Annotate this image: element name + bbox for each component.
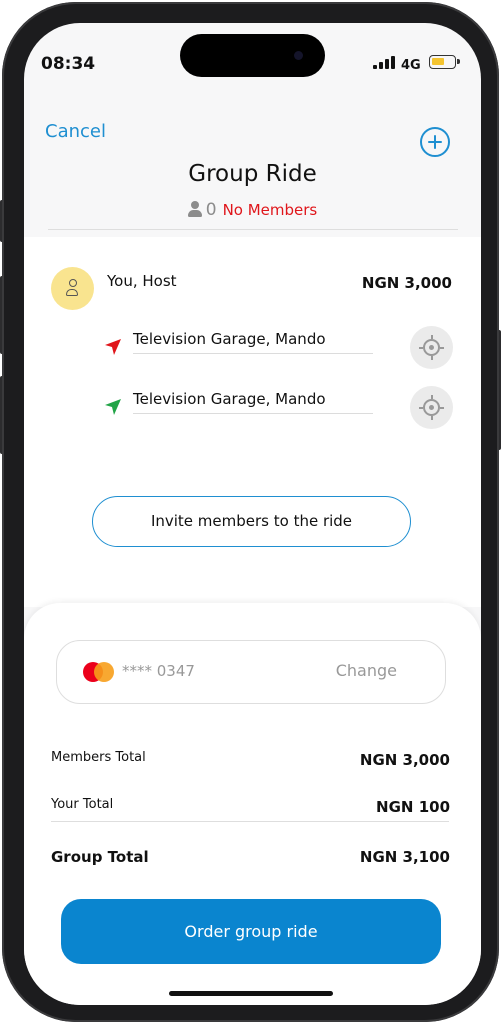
- change-payment-button[interactable]: Change: [336, 661, 397, 680]
- members-status: 0 No Members: [24, 200, 481, 220]
- no-members-label: No Members: [222, 201, 318, 219]
- pickup-field[interactable]: Television Garage, Mando: [133, 330, 373, 354]
- summary-divider: [51, 821, 449, 822]
- status-bar: 08:34 4G: [24, 23, 481, 93]
- signal-icon: [373, 56, 395, 69]
- cancel-button[interactable]: Cancel: [45, 121, 106, 142]
- home-indicator[interactable]: [169, 991, 333, 996]
- green-arrow-icon: [105, 399, 121, 415]
- members-total-value: NGN 3,000: [359, 751, 450, 769]
- group-total-value: NGN 3,100: [359, 848, 450, 866]
- your-total-value: NGN 100: [376, 798, 450, 816]
- network-type: 4G: [401, 58, 421, 73]
- battery-icon: [429, 55, 460, 69]
- dropoff-row: Television Garage, Mando: [104, 386, 454, 429]
- camera-icon: [294, 51, 303, 60]
- person-icon: [187, 201, 202, 217]
- bottom-sheet: **** 0347 Change Members Total NGN 3,000…: [24, 603, 481, 1005]
- pickup-row: Television Garage, Mando: [104, 326, 454, 369]
- phone-frame: 08:34 4G Cancel Group Ride 0 No Members Y…: [2, 2, 499, 1022]
- screen: 08:34 4G Cancel Group Ride 0 No Members Y…: [24, 23, 481, 1005]
- host-name: You, Host: [107, 272, 177, 290]
- dynamic-island: [180, 34, 325, 77]
- invite-members-button[interactable]: Invite members to the ride: [92, 496, 411, 547]
- user-icon: [66, 279, 79, 297]
- dropoff-field[interactable]: Television Garage, Mando: [133, 390, 373, 414]
- locate-pickup-button[interactable]: [410, 326, 453, 369]
- your-total-label: Your Total: [51, 797, 114, 812]
- group-total-label: Group Total: [51, 848, 149, 866]
- payment-method[interactable]: **** 0347 Change: [56, 640, 446, 704]
- members-total-label: Members Total: [51, 750, 146, 765]
- plus-circle-icon[interactable]: [420, 127, 450, 157]
- locate-dropoff-button[interactable]: [410, 386, 453, 429]
- host-price: NGN 3,000: [361, 274, 452, 292]
- page-title: Group Ride: [188, 161, 317, 187]
- header-divider: [48, 229, 458, 230]
- card-number: **** 0347: [122, 662, 195, 680]
- member-count: 0: [205, 200, 217, 220]
- status-time: 08:34: [41, 54, 96, 74]
- avatar: [51, 267, 94, 310]
- host-card: You, Host NGN 3,000 Television Garage, M…: [24, 237, 481, 607]
- order-group-ride-button[interactable]: Order group ride: [61, 899, 441, 964]
- red-arrow-icon: [105, 339, 121, 355]
